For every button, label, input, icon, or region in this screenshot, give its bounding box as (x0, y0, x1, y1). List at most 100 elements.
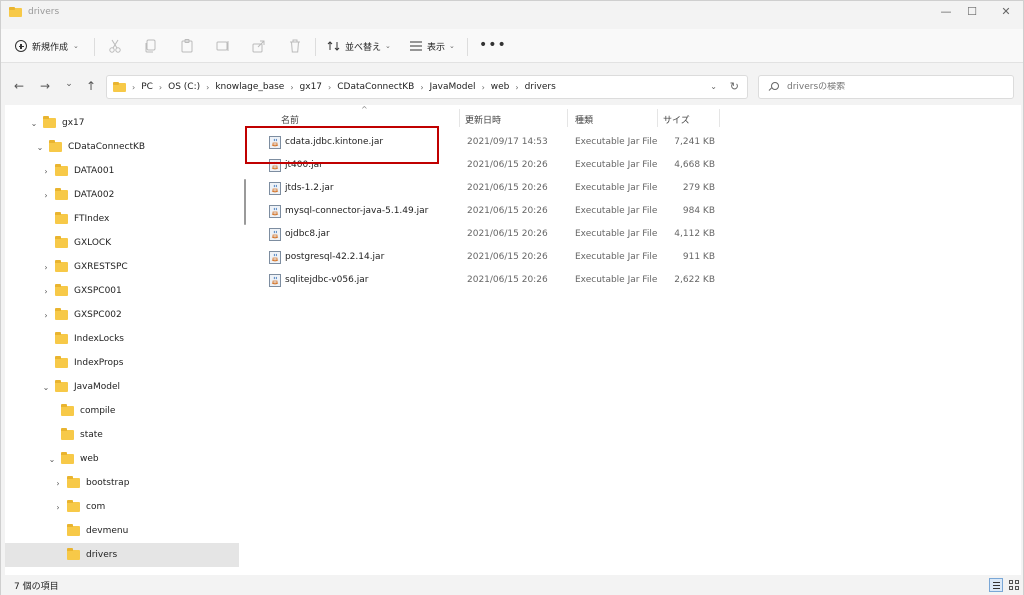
copy-icon[interactable] (143, 38, 159, 54)
breadcrumb-separator[interactable]: › (420, 83, 423, 92)
search-box[interactable] (758, 75, 1014, 99)
tree-item-bootstrap[interactable]: › bootstrap (53, 471, 239, 495)
tree-item-label: IndexProps (74, 358, 124, 368)
minimize-button[interactable]: — (937, 5, 955, 19)
tree-item-label: DATA002 (74, 190, 115, 200)
delete-icon[interactable] (287, 38, 303, 54)
tree-item-label: devmenu (86, 526, 129, 536)
tree-item-data001[interactable]: › DATA001 (41, 159, 239, 183)
tree-item-compile[interactable]: compile (47, 399, 239, 423)
tree-item-com[interactable]: › com (53, 495, 239, 519)
tree-item-javamodel[interactable]: ⌄ JavaModel (41, 375, 239, 399)
chevron-down-icon: ⌄ (73, 42, 79, 50)
search-input[interactable] (787, 82, 987, 92)
chevron-right-icon[interactable]: › (53, 479, 63, 488)
file-type: Executable Jar File (575, 206, 658, 216)
close-button[interactable]: ✕ (997, 5, 1015, 19)
toolbar-divider (315, 38, 316, 56)
tree-item-data002[interactable]: › DATA002 (41, 183, 239, 207)
column-divider[interactable] (719, 109, 720, 127)
folder-icon (55, 164, 68, 176)
recent-locations-button[interactable]: ⌄ (61, 79, 77, 89)
more-options-button[interactable]: ••• (479, 38, 507, 52)
file-row[interactable]: postgresql-42.2.14.jar 2021/06/15 20:26 … (267, 247, 737, 269)
up-button[interactable]: ↑ (83, 79, 99, 93)
file-size: 7,241 KB (674, 137, 715, 147)
sort-button[interactable]: 並べ替え ⌄ (327, 38, 391, 54)
file-row[interactable]: mysql-connector-java-5.1.49.jar 2021/06/… (267, 201, 737, 223)
breadcrumb-separator[interactable]: › (159, 83, 162, 92)
file-size: 4,112 KB (674, 229, 715, 239)
tree-item-ftindex[interactable]: FTIndex (41, 207, 239, 231)
rename-icon[interactable] (215, 38, 231, 54)
chevron-right-icon[interactable]: › (41, 287, 51, 296)
chevron-right-icon[interactable]: › (41, 311, 51, 320)
tree-item-drivers[interactable]: drivers (5, 543, 239, 567)
tree-item-state[interactable]: state (47, 423, 239, 447)
column-header-date[interactable]: 更新日時 (465, 113, 501, 126)
breadcrumb-separator[interactable]: › (515, 83, 518, 92)
breadcrumb-separator[interactable]: › (328, 83, 331, 92)
breadcrumb-drivers[interactable]: drivers (525, 82, 556, 92)
chevron-down-icon[interactable]: ⌄ (41, 383, 51, 392)
navigation-pane-scrollbar[interactable] (244, 179, 246, 225)
file-row[interactable]: jtds-1.2.jar 2021/06/15 20:26 Executable… (267, 178, 737, 200)
title-bar: drivers — ☐ ✕ (1, 1, 1023, 25)
tree-item-indexprops[interactable]: IndexProps (41, 351, 239, 375)
chevron-right-icon[interactable]: › (41, 191, 51, 200)
tree-item-devmenu[interactable]: devmenu (53, 519, 239, 543)
sort-icon (327, 41, 340, 51)
paste-icon[interactable] (179, 38, 195, 54)
folder-icon (67, 524, 80, 536)
chevron-right-icon[interactable]: › (41, 167, 51, 176)
column-divider[interactable] (459, 109, 460, 127)
breadcrumb-pc[interactable]: PC (141, 82, 153, 92)
address-bar[interactable]: › PC › OS (C:) › knowlage_base › gx17 › … (106, 75, 748, 99)
column-header-type[interactable]: 種類 (575, 113, 593, 126)
tree-item-web[interactable]: ⌄ web (47, 447, 239, 471)
forward-button[interactable]: → (37, 79, 53, 93)
chevron-right-icon[interactable]: › (53, 503, 63, 512)
breadcrumb-gx17[interactable]: gx17 (300, 82, 323, 92)
chevron-down-icon[interactable]: ⌄ (47, 455, 57, 464)
breadcrumb-drive[interactable]: OS (C:) (168, 82, 200, 92)
tree-item-indexlocks[interactable]: IndexLocks (41, 327, 239, 351)
column-divider[interactable] (567, 109, 568, 127)
content-area: ⌄ gx17 ⌄ CDataConnectKB › DATA001 › DATA… (5, 105, 1021, 575)
file-type: Executable Jar File (575, 137, 658, 147)
cut-icon[interactable] (107, 38, 123, 54)
column-header-size[interactable]: サイズ (663, 113, 690, 126)
breadcrumb-web[interactable]: web (491, 82, 510, 92)
view-button[interactable]: 表示 ⌄ (409, 38, 455, 54)
column-header-name[interactable]: 名前 (281, 113, 299, 126)
breadcrumb-knowlage-base[interactable]: knowlage_base (215, 82, 284, 92)
share-icon[interactable] (251, 38, 267, 54)
breadcrumb-separator[interactable]: › (290, 83, 293, 92)
maximize-button[interactable]: ☐ (963, 5, 981, 19)
breadcrumb-javamodel[interactable]: JavaModel (430, 82, 476, 92)
breadcrumb-separator[interactable]: › (206, 83, 209, 92)
chevron-down-icon[interactable]: ⌄ (29, 119, 39, 128)
tree-item-label: GXRESTSPC (74, 262, 128, 272)
large-icons-view-button[interactable] (1007, 578, 1021, 592)
chevron-right-icon[interactable]: › (41, 263, 51, 272)
tree-item-gxlock[interactable]: GXLOCK (41, 231, 239, 255)
chevron-down-icon[interactable]: ⌄ (35, 143, 45, 152)
back-button[interactable]: ← (11, 79, 27, 93)
new-button[interactable]: 新規作成 ⌄ (15, 37, 79, 55)
file-row[interactable]: ojdbc8.jar 2021/06/15 20:26 Executable J… (267, 224, 737, 246)
details-view-button[interactable] (989, 578, 1003, 592)
address-history-dropdown[interactable]: ⌄ (710, 82, 717, 91)
tree-item-gxspc001[interactable]: › GXSPC001 (41, 279, 239, 303)
file-row[interactable]: sqlitejdbc-v056.jar 2021/06/15 20:26 Exe… (267, 270, 737, 292)
file-type: Executable Jar File (575, 275, 658, 285)
breadcrumb-cdataconnectkb[interactable]: CDataConnectKB (337, 82, 414, 92)
tree-item-gxspc002[interactable]: › GXSPC002 (41, 303, 239, 327)
tree-item-gxrestspc[interactable]: › GXRESTSPC (41, 255, 239, 279)
file-size: 984 KB (682, 206, 715, 216)
column-divider[interactable] (657, 109, 658, 127)
refresh-button[interactable]: ↻ (730, 80, 739, 93)
breadcrumb-separator[interactable]: › (482, 83, 485, 92)
tree-item-gx17[interactable]: ⌄ gx17 (29, 111, 239, 135)
tree-item-cdataconnectkb[interactable]: ⌄ CDataConnectKB (35, 135, 239, 159)
